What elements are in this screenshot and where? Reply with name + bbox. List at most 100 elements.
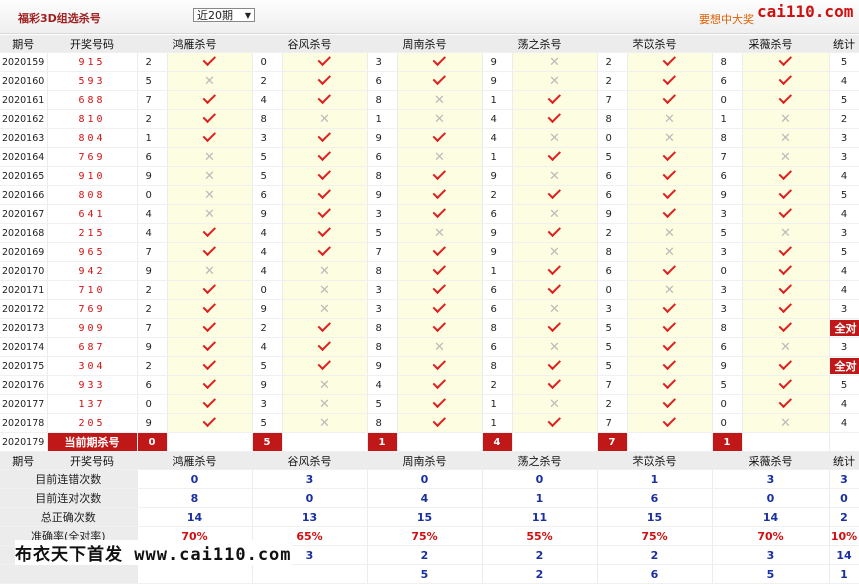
result-cell: [627, 338, 712, 357]
count-cell: 5: [829, 53, 859, 72]
stats-count: 10%: [829, 527, 859, 546]
table-row: 20201659109✕589✕664: [0, 167, 859, 186]
result-cell: ✕: [282, 395, 367, 414]
result-cell: [167, 224, 252, 243]
result-cell: [397, 205, 482, 224]
result-cell: [282, 357, 367, 376]
period-select[interactable]: 近20期 ▼: [193, 8, 255, 22]
kill-number-cell: 8: [712, 129, 742, 148]
header-expert: 鸿雁杀号: [137, 452, 252, 470]
check-icon: [202, 319, 215, 332]
result-cell: [167, 319, 252, 338]
result-cell: [742, 53, 829, 72]
kill-number-cell: 9: [712, 186, 742, 205]
draw-number-cell: 910: [47, 167, 137, 186]
count-cell: 3: [829, 224, 859, 243]
period-cell: 2020160: [0, 72, 47, 91]
result-cell: [167, 91, 252, 110]
stats-value: 0: [137, 470, 252, 489]
cross-icon: ✕: [780, 112, 791, 127]
result-cell: [742, 186, 829, 205]
count-value: 4: [841, 209, 847, 220]
kill-number-cell: 6: [482, 338, 512, 357]
kill-number-cell: 6: [252, 186, 282, 205]
check-icon: [662, 357, 675, 370]
kill-number-cell: 2: [252, 72, 282, 91]
count-cell: 5: [829, 243, 859, 262]
stats-count: 3: [829, 470, 859, 489]
result-cell: ✕: [397, 110, 482, 129]
spacer-cell: [742, 433, 829, 452]
stats-value: 2: [482, 565, 597, 584]
check-icon: [317, 224, 330, 237]
kill-number-cell: 6: [712, 167, 742, 186]
header-expert: 采薇杀号: [712, 35, 829, 53]
check-icon: [432, 262, 445, 275]
check-icon: [662, 167, 675, 180]
result-cell: ✕: [512, 205, 597, 224]
table-row: 20201668080✕692695: [0, 186, 859, 205]
count-value: 5: [841, 95, 847, 106]
count-cell: 3: [829, 148, 859, 167]
result-cell: [742, 72, 829, 91]
result-cell: ✕: [167, 205, 252, 224]
result-cell: [282, 205, 367, 224]
check-icon: [778, 167, 791, 180]
kill-number-cell: 9: [137, 338, 167, 357]
kill-number-cell: 1: [482, 414, 512, 433]
kill-number-cell: 8: [367, 262, 397, 281]
check-icon: [202, 300, 215, 313]
draw-number-cell: 933: [47, 376, 137, 395]
period-cell: 2020177: [0, 395, 47, 414]
check-icon: [432, 243, 445, 256]
kill-number-cell: 2: [137, 300, 167, 319]
result-cell: [282, 338, 367, 357]
check-icon: [317, 91, 330, 104]
result-cell: [282, 91, 367, 110]
check-icon: [317, 148, 330, 161]
site-logo[interactable]: cai110.com: [757, 2, 853, 21]
kill-number-cell: 4: [252, 262, 282, 281]
draw-number-cell: 710: [47, 281, 137, 300]
check-icon: [662, 338, 675, 351]
kill-number-cell: 9: [712, 357, 742, 376]
kill-number-cell: 2: [482, 376, 512, 395]
count-cell: 3: [829, 129, 859, 148]
kill-number-cell: 2: [137, 53, 167, 72]
cross-icon: ✕: [664, 283, 675, 298]
cross-icon: ✕: [204, 169, 215, 184]
period-cell: 2020170: [0, 262, 47, 281]
count-value: 3: [841, 342, 847, 353]
draw-number-cell: 641: [47, 205, 137, 224]
check-icon: [432, 376, 445, 389]
kill-number-cell: 9: [482, 243, 512, 262]
period-cell: 2020173: [0, 319, 47, 338]
kill-number-cell: 9: [367, 186, 397, 205]
result-cell: ✕: [627, 110, 712, 129]
result-cell: [397, 243, 482, 262]
kill-number-cell: 0: [712, 395, 742, 414]
notice-text[interactable]: 要想中大奖: [699, 11, 754, 27]
check-icon: [662, 72, 675, 85]
cross-icon: ✕: [204, 74, 215, 89]
result-cell: [742, 91, 829, 110]
check-icon: [778, 205, 791, 218]
kill-number-cell: 2: [137, 110, 167, 129]
table-row: 202017693369✕42755: [0, 376, 859, 395]
result-cell: [512, 91, 597, 110]
kill-number-table: 期号开奖号码鸿雁杀号谷风杀号周南杀号荡之杀号芣苡杀号采薇杀号统计20201599…: [0, 35, 859, 584]
top-bar: 福彩3D组选杀号 近20期 ▼ 要想中大奖 cai110.com: [0, 0, 859, 34]
kill-number-cell: 6: [482, 300, 512, 319]
cross-icon: ✕: [549, 340, 560, 355]
period-cell: 2020162: [0, 110, 47, 129]
check-icon: [662, 395, 675, 408]
check-icon: [317, 319, 330, 332]
check-icon: [202, 395, 215, 408]
kill-number-cell: 5: [252, 357, 282, 376]
check-icon: [547, 91, 560, 104]
period-cell: 2020178: [0, 414, 47, 433]
result-cell: [167, 110, 252, 129]
check-icon: [202, 53, 215, 66]
kill-number-cell: 9: [367, 129, 397, 148]
current-period: 2020179: [0, 433, 47, 452]
